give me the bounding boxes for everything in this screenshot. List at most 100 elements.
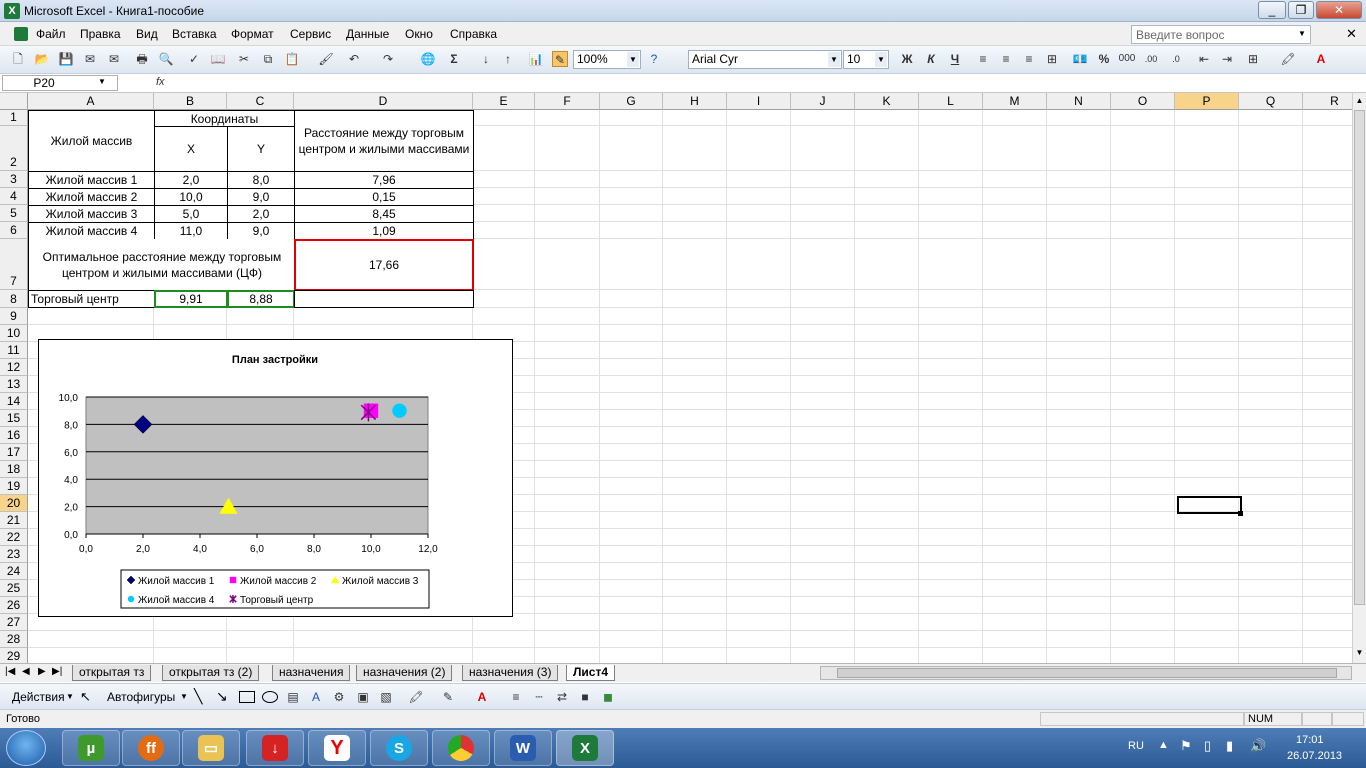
center-y[interactable]: 8,88 xyxy=(227,290,295,308)
sheet-tab-3[interactable]: назначения xyxy=(272,665,351,681)
row-header-17[interactable]: 17 xyxy=(0,444,28,461)
font-color-icon[interactable]: A xyxy=(474,689,490,705)
research-icon[interactable]: 📖 xyxy=(210,51,226,67)
row-header-22[interactable]: 22 xyxy=(0,529,28,546)
open-icon[interactable]: 📂 xyxy=(34,51,50,67)
paste-icon[interactable]: 📋 xyxy=(284,51,300,67)
taskbar-firefox[interactable]: ff xyxy=(122,730,180,766)
column-header-q[interactable]: Q xyxy=(1239,93,1303,110)
table-row-2-x[interactable]: 10,0 xyxy=(154,188,228,206)
dash-style-icon[interactable]: ┄ xyxy=(531,689,547,705)
menu-tools[interactable]: Сервис xyxy=(290,27,331,41)
align-center-icon[interactable]: ≡ xyxy=(998,51,1014,67)
picture-icon[interactable]: ▧ xyxy=(378,689,394,705)
center-x[interactable]: 9,91 xyxy=(154,290,228,308)
line-color-icon[interactable]: ✎ xyxy=(440,689,456,705)
cell-c2-header[interactable]: Y xyxy=(227,126,295,172)
fx-icon[interactable]: fx xyxy=(156,76,165,88)
scroll-thumb[interactable] xyxy=(1354,110,1365,605)
diagram-icon[interactable]: ⚙ xyxy=(331,689,347,705)
start-button[interactable] xyxy=(6,730,46,766)
table-row-4-distance[interactable]: 1,09 xyxy=(294,222,474,240)
column-header-d[interactable]: D xyxy=(294,93,473,110)
row-header-16[interactable]: 16 xyxy=(0,427,28,444)
table-row-1-distance[interactable]: 7,96 xyxy=(294,171,474,189)
chevron-down-icon[interactable]: ▼ xyxy=(627,52,639,67)
clock-date[interactable]: 26.07.2013 xyxy=(1287,750,1342,762)
menu-help[interactable]: Справка xyxy=(450,27,497,41)
actions-menu[interactable]: Действия xyxy=(12,690,65,704)
drawing-icon[interactable]: ✎ xyxy=(552,51,568,67)
arrow-style-icon[interactable]: ⇄ xyxy=(554,689,570,705)
table-row-2-distance[interactable]: 0,15 xyxy=(294,188,474,206)
scroll-up-icon[interactable]: ▲ xyxy=(1353,93,1366,109)
zoom-select[interactable]: 100% ▼ xyxy=(573,50,641,69)
fill-color-icon[interactable]: 🖍 xyxy=(1280,51,1296,67)
close-button[interactable]: ✕ xyxy=(1316,1,1362,19)
cell-b2-header[interactable]: X xyxy=(154,126,228,172)
thousands-button[interactable]: 000 xyxy=(1116,51,1138,67)
taskbar-utorrent[interactable]: µ xyxy=(62,730,120,766)
table-row-3-distance[interactable]: 8,45 xyxy=(294,205,474,223)
row-header-29[interactable]: 29 xyxy=(0,648,28,663)
percent-button[interactable]: % xyxy=(1096,51,1112,67)
row-header-9[interactable]: 9 xyxy=(0,308,28,325)
row-header-5[interactable]: 5 xyxy=(0,205,28,222)
row-header-21[interactable]: 21 xyxy=(0,512,28,529)
autosum-icon[interactable]: Σ xyxy=(446,51,462,67)
table-row-3-y[interactable]: 2,0 xyxy=(227,205,295,223)
column-header-b[interactable]: B xyxy=(154,93,227,110)
column-header-o[interactable]: O xyxy=(1111,93,1175,110)
row-header-2[interactable]: 2 xyxy=(0,126,28,171)
column-header-m[interactable]: M xyxy=(983,93,1047,110)
fill-color-icon[interactable]: 🖍 xyxy=(408,689,424,705)
h-scroll-thumb[interactable] xyxy=(837,668,1337,678)
line-style-icon[interactable]: ≡ xyxy=(508,689,524,705)
column-header-k[interactable]: K xyxy=(855,93,919,110)
sort-asc-icon[interactable]: ↓ xyxy=(478,51,494,67)
table-row-3-name[interactable]: Жилой массив 3 xyxy=(28,205,155,223)
volume-icon[interactable]: 🔊 xyxy=(1250,738,1266,754)
new-icon[interactable]: 🗋 xyxy=(10,51,26,67)
taskbar-word[interactable]: W xyxy=(494,730,552,766)
row-header-25[interactable]: 25 xyxy=(0,580,28,597)
first-sheet-icon[interactable]: |◀ xyxy=(5,666,15,677)
rectangle-icon[interactable] xyxy=(239,691,255,703)
column-header-n[interactable]: N xyxy=(1047,93,1111,110)
column-header-p[interactable]: P xyxy=(1175,93,1239,110)
horizontal-scrollbar[interactable] xyxy=(820,666,1352,680)
cell-b1-header[interactable]: Координаты xyxy=(154,110,295,127)
optimal-distance-value[interactable]: 17,66 xyxy=(294,239,474,291)
row-header-1[interactable]: 1 xyxy=(0,110,28,126)
flag-icon[interactable]: ⚑ xyxy=(1180,738,1192,754)
row-header-19[interactable]: 19 xyxy=(0,478,28,495)
row-header-18[interactable]: 18 xyxy=(0,461,28,478)
last-sheet-icon[interactable]: ▶| xyxy=(52,666,62,677)
align-right-icon[interactable]: ≡ xyxy=(1021,51,1037,67)
select-all-corner[interactable] xyxy=(0,93,28,110)
table-row-2-name[interactable]: Жилой массив 2 xyxy=(28,188,155,206)
column-header-f[interactable]: F xyxy=(535,93,600,110)
email-icon[interactable]: ✉ xyxy=(106,51,122,67)
taskbar-explorer[interactable]: ▭ xyxy=(182,730,240,766)
hyperlink-icon[interactable]: 🌐 xyxy=(420,51,436,67)
column-header-l[interactable]: L xyxy=(919,93,983,110)
undo-icon[interactable]: ↶ xyxy=(346,51,362,67)
row-header-12[interactable]: 12 xyxy=(0,359,28,376)
prev-sheet-icon[interactable]: ◀ xyxy=(22,666,30,677)
table-row-1-x[interactable]: 2,0 xyxy=(154,171,228,189)
sort-desc-icon[interactable]: ↑ xyxy=(500,51,516,67)
table-row-4-x[interactable]: 11,0 xyxy=(154,222,228,240)
chevron-down-icon[interactable]: ▼ xyxy=(98,77,106,86)
restore-button[interactable]: ❐ xyxy=(1288,1,1314,19)
help-question-input[interactable]: Введите вопрос xyxy=(1131,25,1311,44)
borders-icon[interactable]: ⊞ xyxy=(1245,51,1261,67)
3d-icon[interactable]: ◼ xyxy=(600,689,616,705)
table-row-2-y[interactable]: 9,0 xyxy=(227,188,295,206)
column-header-h[interactable]: H xyxy=(663,93,727,110)
cell-d1-header[interactable]: Расстояние между торговым центром и жилы… xyxy=(294,110,474,172)
sheet-tab-1[interactable]: открытая тз xyxy=(72,665,152,681)
table-row-1-name[interactable]: Жилой массив 1 xyxy=(28,171,155,189)
help-icon[interactable]: ? xyxy=(646,51,662,67)
cut-icon[interactable]: ✂ xyxy=(236,51,252,67)
